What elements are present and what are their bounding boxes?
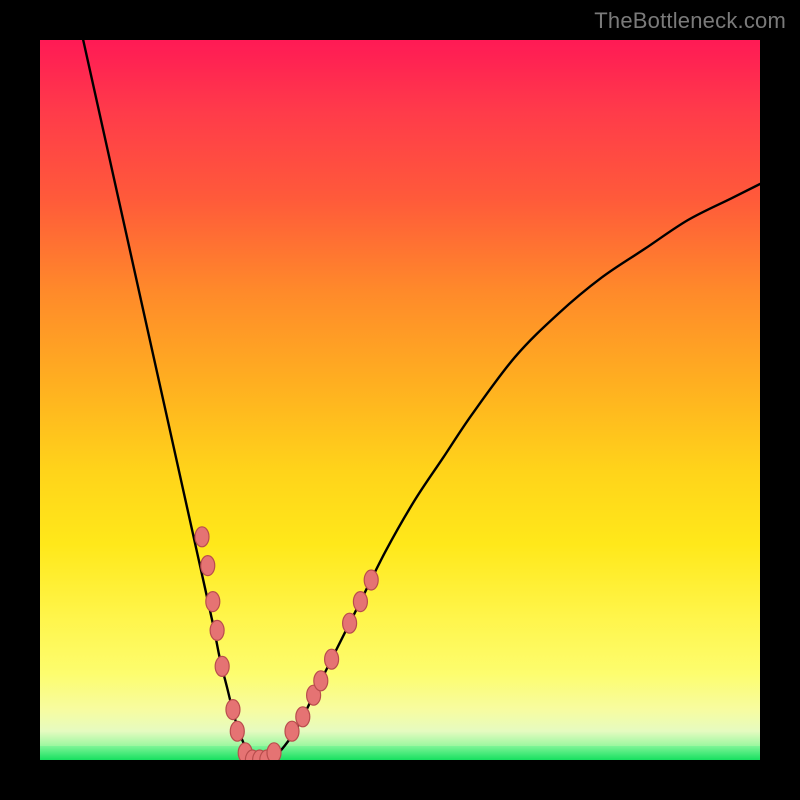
curve-marker bbox=[201, 556, 215, 576]
curve-marker bbox=[353, 592, 367, 612]
curve-marker bbox=[226, 700, 240, 720]
curve-marker bbox=[285, 721, 299, 741]
watermark-text: TheBottleneck.com bbox=[594, 8, 786, 34]
curve-marker bbox=[343, 613, 357, 633]
curve-marker bbox=[364, 570, 378, 590]
curve-marker bbox=[215, 656, 229, 676]
curve-marker bbox=[325, 649, 339, 669]
curve-marker bbox=[267, 743, 281, 760]
curve-markers bbox=[195, 527, 378, 760]
curve-marker bbox=[296, 707, 310, 727]
plot-area bbox=[40, 40, 760, 760]
curve-layer bbox=[40, 40, 760, 760]
curve-marker bbox=[210, 620, 224, 640]
chart-frame: TheBottleneck.com bbox=[0, 0, 800, 800]
curve-marker bbox=[206, 592, 220, 612]
bottleneck-curve bbox=[83, 40, 760, 760]
curve-marker bbox=[314, 671, 328, 691]
curve-marker bbox=[195, 527, 209, 547]
curve-marker bbox=[230, 721, 244, 741]
